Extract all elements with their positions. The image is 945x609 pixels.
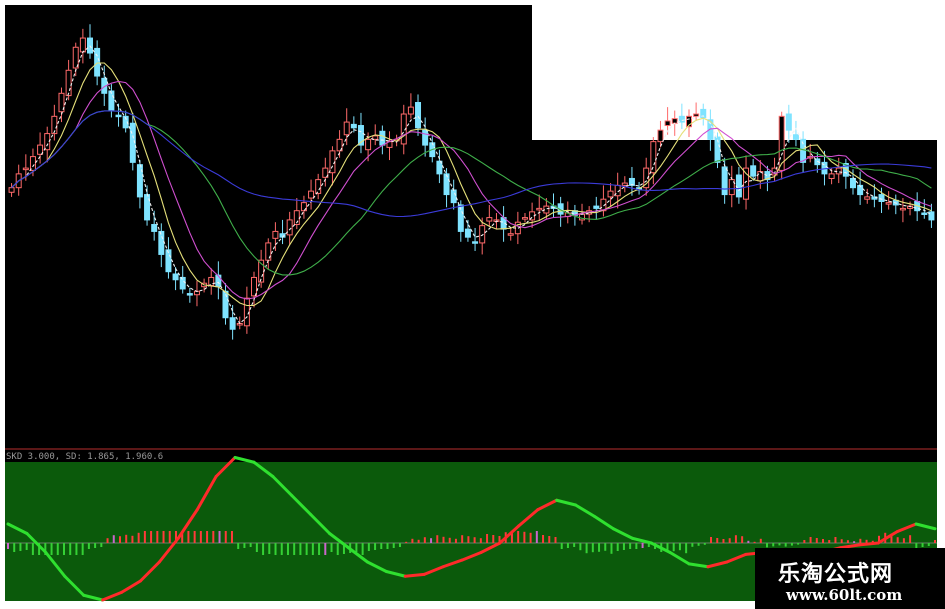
candle-body	[750, 165, 757, 177]
candle-body	[921, 212, 928, 215]
candle-body	[229, 317, 236, 330]
candle-body	[94, 47, 101, 77]
candle-body	[472, 241, 479, 244]
candle-body	[664, 120, 671, 127]
candle-body	[621, 182, 628, 186]
candle-body	[878, 194, 885, 202]
candle-body	[79, 37, 86, 53]
candle-body	[29, 156, 36, 171]
candle-body	[379, 130, 386, 146]
candle-body	[343, 121, 350, 136]
price-panel-top-strip	[532, 0, 945, 140]
candle-body	[828, 173, 835, 179]
candle-body	[486, 217, 493, 222]
candle-body	[693, 113, 700, 117]
candle-body	[735, 174, 742, 198]
candle-body	[215, 274, 222, 288]
candle-body	[899, 207, 906, 211]
candle-body	[928, 211, 935, 221]
oscillator-segment	[403, 572, 426, 578]
candle-body	[885, 202, 892, 205]
candle-body	[272, 230, 279, 239]
candle-body	[8, 187, 15, 193]
candle-body	[450, 189, 457, 204]
candle-body	[464, 228, 471, 238]
candle-body	[415, 102, 422, 129]
candle-body	[422, 129, 429, 146]
candle-body	[792, 134, 799, 140]
candle-body	[308, 190, 315, 199]
candle-body	[657, 129, 664, 143]
candle-body	[607, 190, 614, 198]
candle-body	[721, 166, 728, 196]
candle-body	[479, 225, 486, 244]
candle-body	[172, 273, 179, 281]
candle-body	[144, 194, 151, 221]
candle-body	[108, 90, 115, 112]
candle-body	[158, 230, 165, 255]
candle-body	[286, 219, 293, 236]
candle-body	[678, 115, 685, 123]
candle-body	[443, 173, 450, 196]
candle-body	[22, 167, 29, 171]
candle-body	[671, 118, 678, 124]
candle-body	[115, 114, 122, 118]
candle-body	[536, 207, 543, 211]
candle-body	[186, 293, 193, 296]
watermark-url: www.60lt.com	[786, 586, 903, 604]
indicator-header: SKD 3.000, SD: 1.865, 1.960.6	[6, 452, 164, 462]
candle-body	[593, 205, 600, 209]
stock-chart	[5, 0, 945, 602]
candle-body	[151, 224, 158, 232]
candle-body	[365, 138, 372, 151]
watermark-title: 乐淘公式网	[778, 562, 894, 587]
candle-body	[372, 135, 379, 140]
candle-body	[864, 196, 871, 200]
candle-body	[507, 233, 514, 236]
candle-body	[785, 113, 792, 131]
candle-body	[165, 249, 172, 273]
candle-body	[850, 177, 856, 189]
candle-body	[208, 276, 215, 287]
candle-body	[65, 69, 72, 97]
candle-body	[650, 141, 657, 174]
chart-frame: SKD 3.000, SD: 1.865, 1.960.6 乐淘公式网 www.…	[0, 0, 945, 609]
candle-body	[350, 123, 357, 129]
oscillator-segment	[857, 541, 880, 547]
candle-body	[835, 167, 842, 175]
candle-body	[521, 217, 528, 220]
candle-body	[407, 106, 414, 115]
candle-body	[315, 179, 322, 194]
